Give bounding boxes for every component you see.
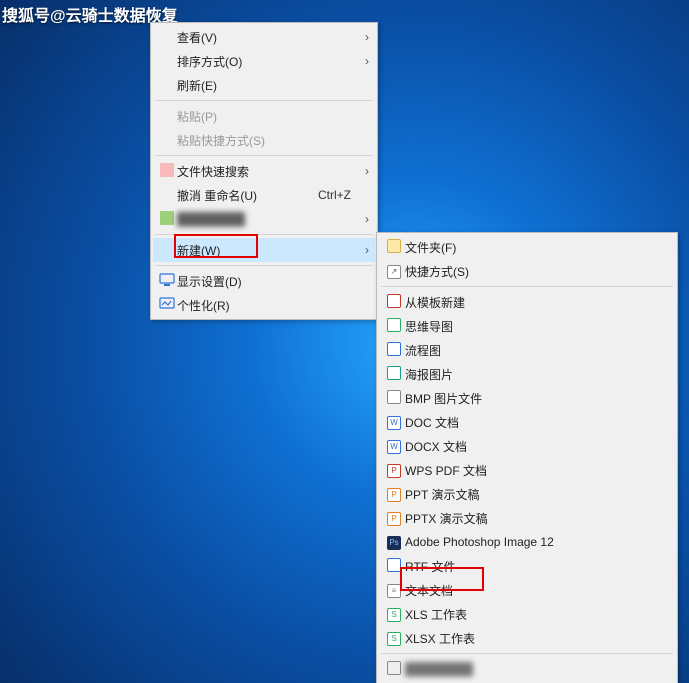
menu-personalize-label: 个性化(R) <box>177 297 359 314</box>
app-icon <box>157 163 177 179</box>
watermark-prefix: 搜狐号 <box>2 8 50 25</box>
menu-paste-label: 粘贴(P) <box>177 108 359 125</box>
submenu-shortcut-label: 快捷方式(S) <box>405 263 669 280</box>
new-submenu: 文件夹(F) ↗ 快捷方式(S) 从模板新建 思维导图 流程图 海报图片 BMP… <box>376 232 678 683</box>
flowchart-icon <box>383 342 405 358</box>
submenu-from-template[interactable]: 从模板新建 <box>379 290 675 314</box>
submenu-mindmap[interactable]: 思维导图 <box>379 314 675 338</box>
submenu-xlsx[interactable]: S XLSX 工作表 <box>379 626 675 650</box>
xlsx-icon: S <box>383 631 405 646</box>
menu-undo-rename-hint: Ctrl+Z <box>318 188 359 202</box>
app-icon <box>157 211 177 227</box>
desktop-context-menu: 查看(V) › 排序方式(O) › 刷新(E) 粘贴(P) 粘贴快捷方式(S) <box>150 22 378 320</box>
folder-icon <box>383 239 405 255</box>
submenu-shortcut[interactable]: ↗ 快捷方式(S) <box>379 259 675 283</box>
menu-view[interactable]: 查看(V) › <box>153 25 375 49</box>
menu-paste-shortcut: 粘贴快捷方式(S) <box>153 128 375 152</box>
watermark-at: @ <box>50 8 66 25</box>
menu-quick-search-label: 文件快速搜索 <box>177 163 359 180</box>
menu-view-label: 查看(V) <box>177 29 359 46</box>
rtf-icon <box>383 558 405 574</box>
submenu-xls[interactable]: S XLS 工作表 <box>379 602 675 626</box>
submenu-xlsx-label: XLSX 工作表 <box>405 630 669 647</box>
submenu-pptx[interactable]: P PPTX 演示文稿 <box>379 506 675 530</box>
ppt-icon: P <box>383 487 405 502</box>
menu-sort[interactable]: 排序方式(O) › <box>153 49 375 73</box>
submenu-rtf-label: RTF 文件 <box>405 558 669 575</box>
submenu-txt[interactable]: ≡ 文本文档 <box>379 578 675 602</box>
submenu-docx[interactable]: W DOCX 文档 <box>379 434 675 458</box>
separator <box>381 653 673 654</box>
separator <box>155 155 373 156</box>
submenu-psd-label: Adobe Photoshop Image 12 <box>405 535 669 549</box>
display-settings-icon <box>157 273 177 289</box>
submenu-flowchart-label: 流程图 <box>405 342 669 359</box>
menu-personalize[interactable]: 个性化(R) <box>153 293 375 317</box>
xls-icon: S <box>383 607 405 622</box>
menu-blurred-item[interactable]: ████████ › <box>153 207 375 231</box>
chevron-right-icon: › <box>359 243 369 257</box>
app-icon <box>383 661 405 677</box>
menu-new-label: 新建(W) <box>177 242 359 259</box>
submenu-psd[interactable]: Ps Adobe Photoshop Image 12 <box>379 530 675 554</box>
menu-new[interactable]: 新建(W) › <box>153 238 375 262</box>
mindmap-icon <box>383 318 405 334</box>
chevron-right-icon: › <box>359 212 369 226</box>
menu-refresh[interactable]: 刷新(E) <box>153 73 375 97</box>
photoshop-icon: Ps <box>383 535 405 550</box>
submenu-txt-label: 文本文档 <box>405 582 669 599</box>
submenu-blurred-item[interactable]: ████████ <box>379 657 675 681</box>
submenu-bmp[interactable]: BMP 图片文件 <box>379 386 675 410</box>
submenu-blurred-label: ████████ <box>405 662 669 676</box>
submenu-poster-label: 海报图片 <box>405 366 669 383</box>
personalize-icon <box>157 297 177 313</box>
submenu-docx-label: DOCX 文档 <box>405 438 669 455</box>
submenu-doc-label: DOC 文档 <box>405 414 669 431</box>
submenu-rtf[interactable]: RTF 文件 <box>379 554 675 578</box>
submenu-wpspdf[interactable]: P WPS PDF 文档 <box>379 458 675 482</box>
submenu-xls-label: XLS 工作表 <box>405 606 669 623</box>
template-icon <box>383 294 405 310</box>
menu-paste-shortcut-label: 粘贴快捷方式(S) <box>177 132 359 149</box>
separator <box>381 286 673 287</box>
separator <box>155 234 373 235</box>
submenu-flowchart[interactable]: 流程图 <box>379 338 675 362</box>
menu-undo-rename-label: 撤消 重命名(U) <box>177 187 318 204</box>
submenu-doc[interactable]: W DOC 文档 <box>379 410 675 434</box>
docx-icon: W <box>383 439 405 454</box>
submenu-poster[interactable]: 海报图片 <box>379 362 675 386</box>
submenu-mindmap-label: 思维导图 <box>405 318 669 335</box>
chevron-right-icon: › <box>359 30 369 44</box>
desktop[interactable]: 搜狐号@云骑士数据恢复 查看(V) › 排序方式(O) › 刷新(E) 粘贴(P… <box>0 0 689 683</box>
pdf-icon: P <box>383 463 405 478</box>
menu-quick-search[interactable]: 文件快速搜索 › <box>153 159 375 183</box>
chevron-right-icon: › <box>359 164 369 178</box>
menu-refresh-label: 刷新(E) <box>177 77 359 94</box>
menu-display-settings-label: 显示设置(D) <box>177 273 359 290</box>
doc-icon: W <box>383 415 405 430</box>
submenu-wpspdf-label: WPS PDF 文档 <box>405 462 669 479</box>
menu-undo-rename[interactable]: 撤消 重命名(U) Ctrl+Z <box>153 183 375 207</box>
chevron-right-icon: › <box>359 54 369 68</box>
submenu-pptx-label: PPTX 演示文稿 <box>405 510 669 527</box>
menu-paste: 粘贴(P) <box>153 104 375 128</box>
separator <box>155 265 373 266</box>
pptx-icon: P <box>383 511 405 526</box>
poster-icon <box>383 366 405 382</box>
bmp-icon <box>383 390 405 406</box>
menu-sort-label: 排序方式(O) <box>177 53 359 70</box>
separator <box>155 100 373 101</box>
submenu-from-template-label: 从模板新建 <box>405 294 669 311</box>
submenu-ppt-label: PPT 演示文稿 <box>405 486 669 503</box>
submenu-folder[interactable]: 文件夹(F) <box>379 235 675 259</box>
menu-display-settings[interactable]: 显示设置(D) <box>153 269 375 293</box>
submenu-folder-label: 文件夹(F) <box>405 239 669 256</box>
txt-icon: ≡ <box>383 583 405 598</box>
submenu-bmp-label: BMP 图片文件 <box>405 390 669 407</box>
shortcut-icon: ↗ <box>383 264 405 279</box>
submenu-ppt[interactable]: P PPT 演示文稿 <box>379 482 675 506</box>
menu-blurred-label: ████████ <box>177 212 359 226</box>
